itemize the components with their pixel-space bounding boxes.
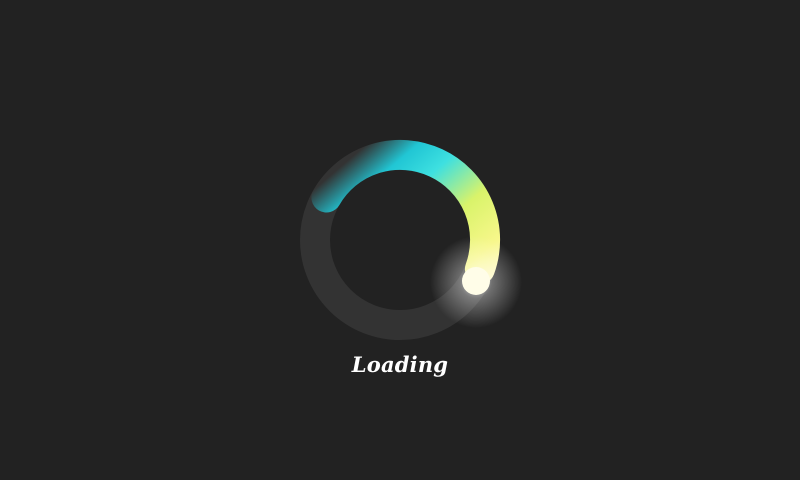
loading-label: Loading xyxy=(351,352,449,377)
spinner-head xyxy=(462,267,490,295)
loading-spinner xyxy=(300,139,522,340)
loading-screen: Loading xyxy=(0,0,800,480)
